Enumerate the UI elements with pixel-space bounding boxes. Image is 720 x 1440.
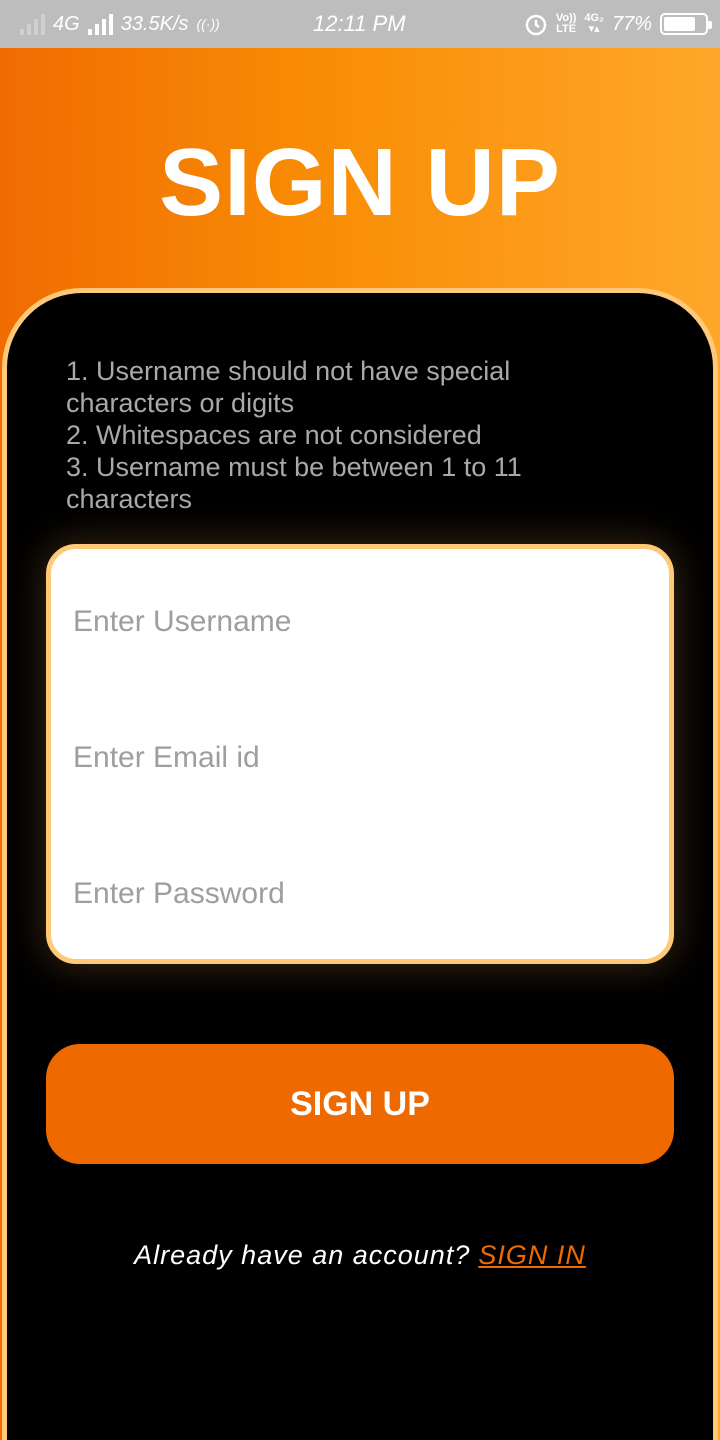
signup-screen: 4G 33.5K/s ((·)) 12:11 PM Vo)) LTE 4G₂ ▾… [0,0,720,1440]
rule-item: 1. Username should not have special char… [66,356,511,418]
hotspot-icon: ((·)) [196,16,220,32]
page-title: SIGN UP [159,129,561,236]
signal-sim2-icon [87,13,113,35]
signup-form [46,544,674,964]
username-input[interactable] [73,592,643,652]
network-speed: 33.5K/s [120,12,189,35]
rule-item: 3. Username must be between 1 to 11 char… [66,452,522,514]
battery-icon [660,13,712,35]
volte-icon: Vo)) LTE [555,12,577,35]
rule-item: 2. Whitespaces are not considered [66,420,482,450]
status-bar: 4G 33.5K/s ((·)) 12:11 PM Vo)) LTE 4G₂ ▾… [0,0,720,48]
battery-percent: 77% [611,12,652,35]
status-right: Vo)) LTE 4G₂ ▾▴ 77% [524,0,712,48]
alarm-icon [525,14,547,36]
network2-icon: 4G₂ ▾▴ [584,12,604,35]
status-left: 4G 33.5K/s ((·)) [20,0,220,48]
signin-prompt: Already have an account? SIGN IN [0,1240,720,1271]
email-input[interactable] [73,728,643,788]
signal-sim1-icon [20,13,45,35]
network-type: 4G [53,12,80,35]
username-rules: 1. Username should not have special char… [66,355,626,515]
status-time: 12:11 PM [313,11,406,36]
signin-link[interactable]: SIGN IN [478,1240,586,1270]
signup-button[interactable]: SIGN UP [46,1044,674,1164]
signin-prompt-text: Already have an account? [134,1240,471,1270]
password-input[interactable] [73,864,643,924]
